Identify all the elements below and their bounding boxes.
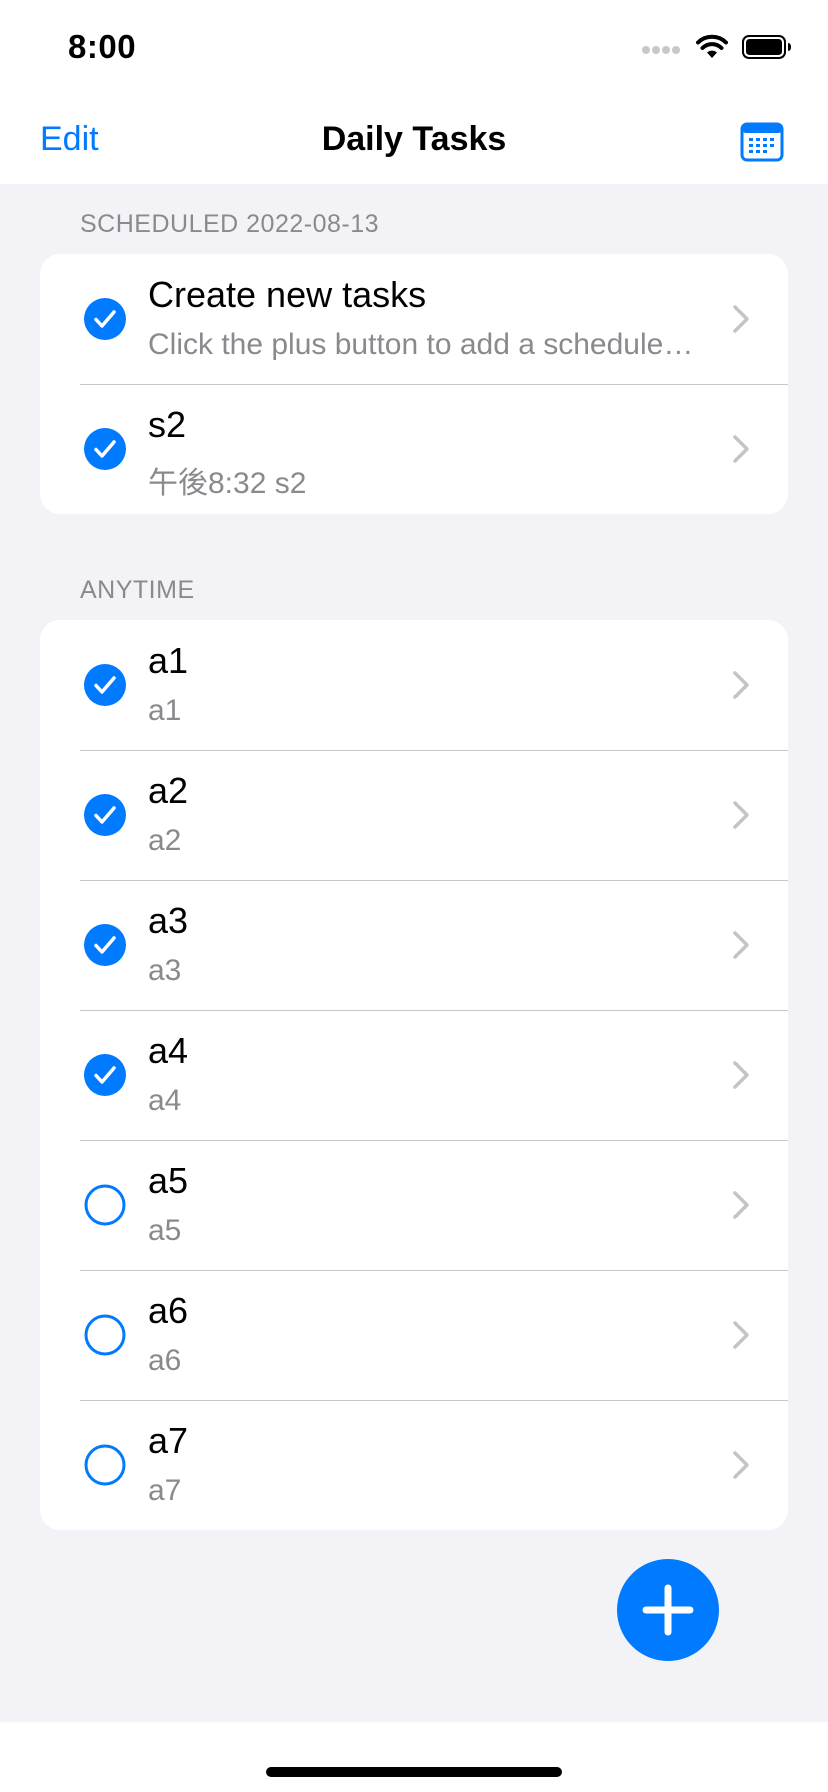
- task-subtitle: a2: [148, 824, 182, 857]
- task-title: a5: [148, 1160, 189, 1201]
- checkmark-circle-icon[interactable]: [84, 664, 126, 706]
- checkmark-circle-icon[interactable]: [84, 924, 126, 966]
- list-item[interactable]: a7 a7: [40, 1400, 788, 1530]
- chevron-right-icon: [733, 1321, 749, 1349]
- task-title: a7: [148, 1420, 189, 1461]
- empty-circle-icon[interactable]: [84, 1444, 126, 1486]
- list-item[interactable]: a2 a2: [40, 750, 788, 880]
- task-subtitle: a6: [148, 1344, 182, 1377]
- add-task-button[interactable]: [617, 1559, 719, 1661]
- checkmark-circle-icon[interactable]: [84, 298, 126, 340]
- task-subtitle: a7: [148, 1474, 182, 1507]
- wifi-icon: [696, 34, 728, 58]
- chevron-right-icon: [733, 801, 749, 829]
- chevron-right-icon: [733, 1451, 749, 1479]
- scheduled-task-list: Create new tasks Click the plus button t…: [40, 254, 788, 514]
- page-title: Daily Tasks: [321, 120, 507, 158]
- navigation-bar: Edit Daily Tasks: [0, 100, 828, 184]
- chevron-right-icon: [733, 931, 749, 959]
- list-item[interactable]: s2 午後8:32 s2: [40, 384, 788, 514]
- task-title: s2: [148, 404, 187, 445]
- checkmark-circle-icon[interactable]: [84, 428, 126, 470]
- chevron-right-icon: [733, 435, 749, 463]
- task-title: Create new tasks: [148, 274, 427, 315]
- task-subtitle: a3: [148, 954, 182, 987]
- status-bar: 8:00: [0, 0, 828, 100]
- cellular-icon: [642, 46, 680, 54]
- home-indicator[interactable]: [266, 1767, 562, 1777]
- empty-circle-icon[interactable]: [84, 1184, 126, 1226]
- task-subtitle: Click the plus button to add a schedule…: [148, 328, 694, 361]
- task-subtitle: a4: [148, 1084, 182, 1117]
- chevron-right-icon: [733, 305, 749, 333]
- section-header-anytime: ANYTIME: [80, 576, 195, 604]
- task-title: a6: [148, 1290, 189, 1331]
- chevron-right-icon: [733, 1061, 749, 1089]
- list-item[interactable]: a5 a5: [40, 1140, 788, 1270]
- task-title: a1: [148, 640, 189, 681]
- anytime-task-list: a1 a1 a2 a2 a3 a3 a4 a4 a5 a5 a6 a6 a7 a…: [40, 620, 788, 1530]
- home-indicator-area: [0, 1722, 828, 1792]
- list-item[interactable]: a6 a6: [40, 1270, 788, 1400]
- chevron-right-icon: [733, 1191, 749, 1219]
- task-subtitle: a1: [148, 694, 182, 727]
- status-time: 8:00: [68, 28, 137, 65]
- checkmark-circle-icon[interactable]: [84, 1054, 126, 1096]
- checkmark-circle-icon[interactable]: [84, 794, 126, 836]
- task-title: a2: [148, 770, 189, 811]
- list-item[interactable]: a4 a4: [40, 1010, 788, 1140]
- section-header-scheduled: SCHEDULED 2022-08-13: [80, 210, 380, 238]
- task-title: a4: [148, 1030, 189, 1071]
- calendar-icon: [740, 122, 784, 162]
- calendar-button[interactable]: [740, 120, 784, 162]
- list-item[interactable]: a1 a1: [40, 620, 788, 750]
- battery-icon: [742, 35, 791, 59]
- empty-circle-icon[interactable]: [84, 1314, 126, 1356]
- task-subtitle: a5: [148, 1214, 182, 1247]
- list-item[interactable]: a3 a3: [40, 880, 788, 1010]
- status-icons: [642, 34, 792, 60]
- list-item[interactable]: Create new tasks Click the plus button t…: [40, 254, 788, 384]
- chevron-right-icon: [733, 671, 749, 699]
- task-subtitle: 午後8:32 s2: [148, 467, 307, 500]
- plus-icon: [642, 1584, 694, 1636]
- task-title: a3: [148, 900, 189, 941]
